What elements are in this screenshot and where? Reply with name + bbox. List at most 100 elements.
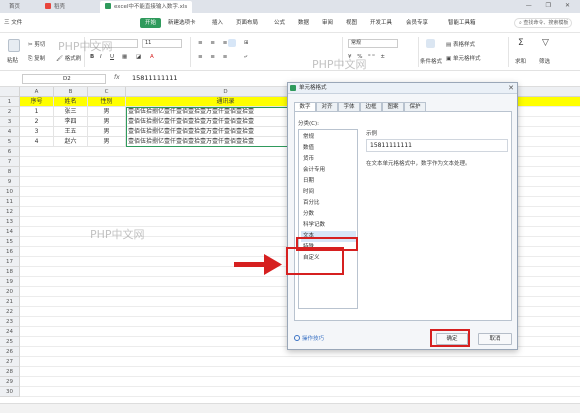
copy-button[interactable]: ⎘ 复制 [28, 54, 45, 63]
row-header[interactable]: 25 [0, 337, 20, 347]
row-header[interactable]: 20 [0, 287, 20, 297]
column-header-b[interactable]: B [54, 87, 88, 97]
menu-developer[interactable]: 开发工具 [370, 18, 392, 28]
category-item[interactable]: 会计专用 [301, 165, 356, 176]
row-header[interactable]: 22 [0, 307, 20, 317]
row-header[interactable]: 21 [0, 297, 20, 307]
conditional-format-button[interactable]: 条件格式 [420, 57, 442, 65]
number-format-select[interactable]: 常规 [348, 39, 398, 48]
category-item[interactable]: 百分比 [301, 198, 356, 209]
paste-button[interactable]: 粘贴 [7, 56, 18, 64]
row-header[interactable]: 23 [0, 317, 20, 327]
cut-button[interactable]: ✂ 剪切 [28, 40, 45, 48]
sum-icon[interactable]: Σ [518, 38, 524, 48]
table-cell[interactable]: 1 [20, 107, 54, 117]
table-cell[interactable]: 张三 [54, 107, 88, 117]
conditional-format-icon[interactable] [426, 39, 435, 48]
sum-button[interactable]: 求和 [515, 57, 526, 65]
tab-home[interactable]: 首页 [4, 1, 25, 13]
row-header[interactable]: 13 [0, 217, 20, 227]
table-cell[interactable]: 4 [20, 137, 54, 147]
row-header[interactable]: 19 [0, 277, 20, 287]
row-header[interactable]: 11 [0, 197, 20, 207]
category-item[interactable]: 日期 [301, 176, 356, 187]
table-cell[interactable]: 李四 [54, 117, 88, 127]
merge-icon[interactable]: ⊞ [244, 40, 249, 46]
menu-insert[interactable]: 插入 [212, 18, 223, 28]
close-icon[interactable]: ✕ [508, 83, 514, 94]
table-cell[interactable]: 男 [88, 117, 126, 127]
bold-button[interactable]: B [90, 54, 94, 60]
row-header[interactable]: 17 [0, 257, 20, 267]
underline-button[interactable]: U [110, 54, 114, 60]
menu-smart-tools[interactable]: 智能工具箱 [448, 18, 476, 28]
table-cell[interactable]: 2 [20, 117, 54, 127]
formula-input[interactable]: 15811111111 [132, 74, 178, 82]
table-cell[interactable]: 男 [88, 137, 126, 147]
row-header[interactable]: 5 [0, 137, 20, 147]
format-painter-button[interactable]: 🖌 格式刷 [56, 54, 81, 62]
row-header[interactable]: 29 [0, 377, 20, 387]
window-controls[interactable]: — ❐ ✕ [526, 2, 576, 9]
header-cell[interactable]: 性别 [88, 97, 126, 107]
row-header[interactable]: 4 [0, 127, 20, 137]
table-cell[interactable]: 男 [88, 107, 126, 117]
row-header[interactable]: 14 [0, 227, 20, 237]
row-header[interactable]: 10 [0, 187, 20, 197]
table-cell[interactable]: 3 [20, 127, 54, 137]
menu-review[interactable]: 审阅 [322, 18, 333, 28]
category-item[interactable]: 分数 [301, 209, 356, 220]
cell-style-button[interactable]: ▣ 单元格样式 [446, 54, 480, 62]
category-item[interactable]: 时间 [301, 187, 356, 198]
filter-button[interactable]: 筛选 [539, 57, 550, 65]
row-header[interactable]: 15 [0, 237, 20, 247]
row-header[interactable]: 28 [0, 367, 20, 377]
row-header[interactable]: 16 [0, 247, 20, 257]
menu-page-layout[interactable]: 页面布局 [236, 18, 258, 28]
border-icon[interactable]: ▦ [122, 54, 127, 60]
column-header-c[interactable]: C [88, 87, 126, 97]
menu-new-tab[interactable]: 新建选项卡 [168, 18, 196, 28]
row-header[interactable]: 7 [0, 157, 20, 167]
wrap-icon[interactable]: ⤶ [244, 54, 247, 61]
menu-file[interactable]: 三 文件 [4, 18, 22, 28]
function-icon[interactable]: fx [114, 74, 120, 81]
row-header[interactable]: 3 [0, 117, 20, 127]
row-header[interactable]: 9 [0, 177, 20, 187]
tab-document[interactable]: excel中不能直接输入数字.xls [100, 1, 193, 13]
column-header-a[interactable]: A [20, 87, 54, 97]
row-header[interactable]: 18 [0, 267, 20, 277]
menu-member[interactable]: 会员专享 [406, 18, 428, 28]
menu-start[interactable]: 开始 [140, 18, 162, 28]
table-cell[interactable]: 男 [88, 127, 126, 137]
category-item[interactable]: 科学记数 [301, 220, 356, 231]
filter-icon[interactable]: ▽ [542, 38, 549, 48]
row-header[interactable]: 12 [0, 207, 20, 217]
row-header[interactable]: 2 [0, 107, 20, 117]
help-link[interactable]: 操作技巧 [294, 334, 324, 342]
row-header[interactable]: 1 [0, 97, 20, 107]
tab-docer[interactable]: 稻壳 [40, 1, 70, 13]
search-commands-input[interactable]: ⌕ 查找命令、搜索模板 [514, 18, 572, 28]
category-item[interactable]: 货币 [301, 154, 356, 165]
align-left-icons[interactable]: ≡ ≡ ≡ [198, 54, 230, 60]
table-cell[interactable]: 赵六 [54, 137, 88, 147]
table-style-button[interactable]: ▤ 表格样式 [446, 40, 475, 48]
menu-formula[interactable]: 公式 [274, 18, 285, 28]
paste-icon[interactable] [8, 39, 20, 52]
category-item[interactable]: 数值 [301, 143, 356, 154]
cancel-button[interactable]: 取消 [478, 333, 512, 345]
category-item[interactable]: 常规 [301, 132, 356, 143]
header-cell[interactable]: 序号 [20, 97, 54, 107]
row-header[interactable]: 27 [0, 357, 20, 367]
font-color-icon[interactable]: A [150, 54, 154, 60]
table-cell[interactable]: 王五 [54, 127, 88, 137]
header-cell[interactable]: 姓名 [54, 97, 88, 107]
category-list[interactable]: 常规 数值 货币 会计专用 日期 时间 百分比 分数 科学记数 文本 特殊 自定义 [298, 129, 358, 309]
row-header[interactable]: 6 [0, 147, 20, 157]
fill-color-icon[interactable]: ◪ [136, 54, 141, 60]
row-header[interactable]: 24 [0, 327, 20, 337]
row-header[interactable]: 8 [0, 167, 20, 177]
menu-view[interactable]: 视图 [346, 18, 357, 28]
row-header[interactable]: 30 [0, 387, 20, 397]
